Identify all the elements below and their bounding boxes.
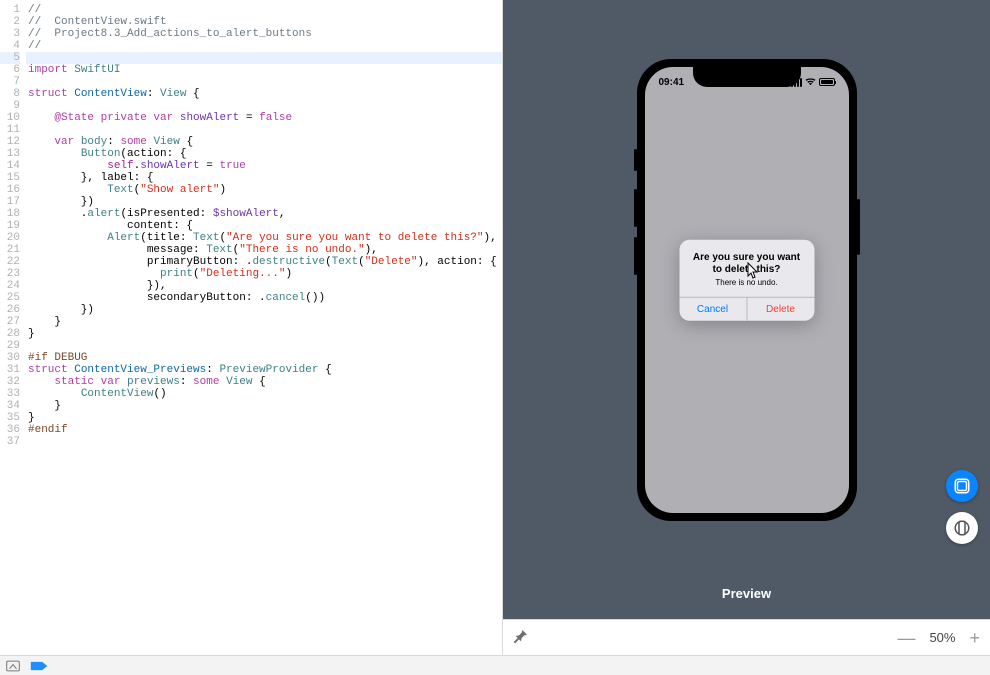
wifi-icon [805,78,816,86]
device-settings-button[interactable] [946,512,978,544]
breakpoint-icon[interactable] [30,660,48,672]
device-notch [693,67,801,87]
alert-cancel-button[interactable]: Cancel [679,298,747,321]
line-number-gutter: 1234567891011121314151617181920212223242… [0,0,28,655]
code-editor[interactable]: 1234567891011121314151617181920212223242… [0,0,503,655]
pin-icon[interactable] [513,628,529,648]
code-area[interactable]: //// ContentView.swift// Project8.3_Add_… [28,0,502,655]
device-bezel: 09:41 Are you sure you want to delete th… [637,59,857,521]
preview-pane: 09:41 Are you sure you want to delete th… [503,0,990,655]
output-filter-icon[interactable] [6,660,20,672]
zoom-out-button[interactable]: — [897,629,915,647]
alert-delete-button[interactable]: Delete [747,298,814,321]
preview-toolbar: — 50% + [503,619,990,655]
device-screen[interactable]: 09:41 Are you sure you want to delete th… [645,67,849,513]
zoom-level: 50% [929,630,955,645]
alert-message: There is no undo. [689,278,804,287]
preview-canvas[interactable]: 09:41 Are you sure you want to delete th… [503,0,990,592]
alert-dialog: Are you sure you want to delete this? Th… [679,240,814,321]
zoom-in-button[interactable]: + [969,629,980,647]
battery-icon [819,78,835,86]
status-time: 09:41 [659,77,685,88]
debug-bar [0,655,990,675]
alert-title: Are you sure you want to delete this? [689,252,804,276]
live-preview-button[interactable] [946,470,978,502]
